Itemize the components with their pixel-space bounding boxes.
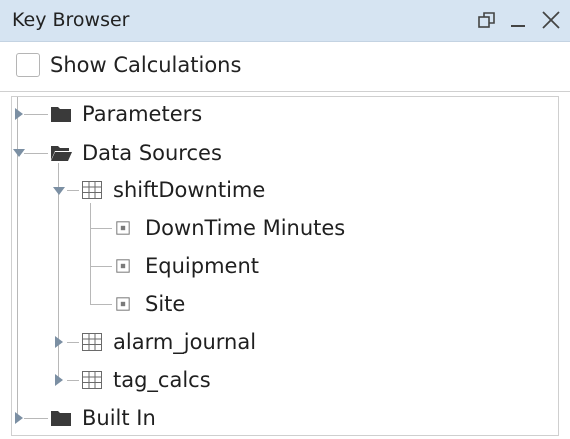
collapse-arrow-icon[interactable]	[52, 185, 66, 197]
window-title: Key Browser	[12, 9, 130, 31]
title-bar: Key Browser	[0, 0, 570, 42]
folder-icon	[51, 107, 71, 122]
expand-arrow-icon[interactable]	[53, 373, 65, 387]
tree-node-label: Parameters	[82, 102, 203, 126]
tree-node-label: Built In	[82, 406, 156, 430]
table-icon	[82, 371, 102, 389]
tree-node-equipment[interactable]: Equipment	[115, 251, 259, 281]
float-window-icon[interactable]	[476, 9, 498, 31]
show-calculations-label: Show Calculations	[50, 53, 242, 77]
table-icon	[82, 181, 102, 199]
key-browser-panel: Key Browser Show Calculations Parameters…	[0, 0, 570, 439]
table-icon	[82, 333, 102, 351]
tree-node-label: Data Sources	[82, 141, 222, 165]
folder-icon	[51, 411, 71, 426]
tree-node-label: Equipment	[145, 254, 259, 278]
tree-node-label: DownTime Minutes	[145, 216, 346, 240]
tree-node-site[interactable]: Site	[115, 289, 185, 319]
tree-node-label: alarm_journal	[113, 330, 257, 354]
expand-arrow-icon[interactable]	[13, 107, 25, 121]
tree-node-label: shiftDowntime	[113, 178, 266, 202]
tree-node-parameters[interactable]: Parameters	[50, 99, 202, 129]
show-calculations-checkbox[interactable]	[16, 53, 40, 77]
expand-arrow-icon[interactable]	[53, 335, 65, 349]
tree-node-data-sources[interactable]: Data Sources	[50, 138, 222, 168]
field-icon	[116, 259, 130, 273]
field-icon	[116, 297, 130, 311]
open-folder-icon	[51, 146, 72, 161]
tree-node-label: tag_calcs	[113, 368, 211, 392]
tree-node-tag-calcs[interactable]: tag_calcs	[81, 365, 211, 395]
tree-node-built-in[interactable]: Built In	[50, 403, 156, 433]
key-tree: Parameters Data Sources shiftDowntime Do…	[11, 96, 559, 436]
collapse-arrow-icon[interactable]	[12, 147, 26, 159]
minimize-icon[interactable]	[507, 9, 529, 31]
tree-node-label: Site	[145, 292, 186, 316]
tree-node-alarm-journal[interactable]: alarm_journal	[81, 327, 256, 357]
close-icon[interactable]	[540, 9, 562, 31]
tree-node-shift-downtime[interactable]: shiftDowntime	[81, 175, 265, 205]
field-icon	[116, 221, 130, 235]
expand-arrow-icon[interactable]	[13, 411, 25, 425]
tree-node-downtime-minutes[interactable]: DownTime Minutes	[115, 213, 345, 243]
